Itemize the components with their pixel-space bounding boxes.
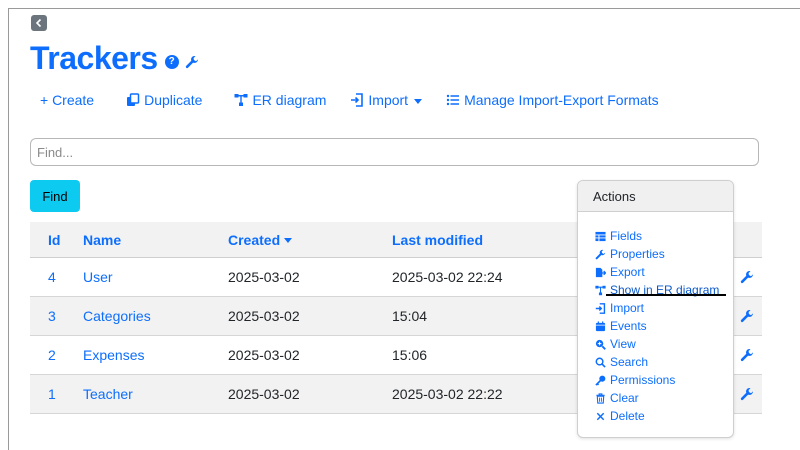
import-icon (595, 302, 606, 314)
column-header-id[interactable]: Id (30, 232, 83, 248)
create-button[interactable]: + Create (40, 92, 94, 108)
action-label: Delete (610, 409, 645, 423)
diagram-icon (595, 285, 606, 295)
action-fields[interactable]: Fields (595, 227, 733, 245)
er-diagram-button[interactable]: ER diagram (234, 92, 326, 108)
row-created: 2025-03-02 (228, 386, 300, 402)
create-label: + Create (40, 92, 95, 108)
import-icon (351, 93, 364, 107)
column-header-created[interactable]: Created (228, 232, 392, 248)
action-events[interactable]: Events (595, 317, 733, 335)
action-label: Import (610, 301, 645, 315)
wrench-icon[interactable] (740, 348, 754, 362)
column-header-modified[interactable]: Last modified (392, 232, 592, 248)
wrench-icon[interactable] (740, 387, 754, 401)
action-delete[interactable]: Delete (595, 407, 733, 425)
import-label: Import (368, 92, 409, 108)
action-properties[interactable]: Properties (595, 245, 733, 263)
actions-title: Actions (578, 181, 733, 212)
wrench-icon[interactable] (740, 270, 754, 284)
row-modified: 15:04 (392, 308, 428, 324)
sort-desc-icon (284, 238, 293, 244)
duplicate-button[interactable]: Duplicate (126, 92, 202, 108)
row-created: 2025-03-02 (228, 269, 300, 285)
help-icon[interactable]: ? (164, 54, 179, 69)
calendar-icon (595, 320, 606, 331)
table-icon (595, 231, 606, 241)
row-name[interactable]: Expenses (83, 347, 228, 363)
action-label: Clear (610, 391, 639, 405)
key-icon (595, 375, 606, 386)
action-show-in-er-diagram[interactable]: Show in ER diagram (595, 281, 733, 299)
chevron-left-icon (35, 18, 42, 28)
action-export[interactable]: Export (595, 263, 733, 281)
row-name[interactable]: Teacher (83, 386, 228, 402)
row-created: 2025-03-02 (228, 308, 300, 324)
back-button[interactable] (31, 15, 47, 31)
zoom-icon (595, 339, 606, 350)
copy-icon (127, 93, 140, 106)
row-created: 2025-03-02 (228, 347, 300, 363)
export-icon (595, 267, 606, 277)
action-clear[interactable]: Clear (595, 389, 733, 407)
er-diagram-label: ER diagram (252, 92, 327, 108)
manage-formats-label: Manage Import-Export Formats (464, 92, 659, 108)
created-header-label: Created (228, 231, 281, 248)
row-modified: 2025-03-02 22:24 (392, 269, 503, 285)
search-icon (595, 357, 606, 368)
search-input[interactable] (30, 138, 759, 166)
duplicate-label: Duplicate (144, 92, 203, 108)
action-label: Export (610, 265, 645, 279)
row-name[interactable]: Categories (83, 308, 228, 324)
action-label: Search (610, 355, 649, 369)
action-view[interactable]: View (595, 335, 733, 353)
caret-down-icon (414, 98, 423, 104)
action-label: View (610, 337, 636, 351)
trash-icon (596, 392, 605, 404)
row-name[interactable]: User (83, 269, 228, 285)
action-label: Events (610, 319, 647, 333)
wrench-icon (595, 249, 606, 259)
find-button[interactable]: Find (30, 180, 80, 212)
list-icon (446, 94, 460, 106)
diagram-icon (234, 94, 248, 106)
hover-underline (606, 294, 726, 296)
row-id[interactable]: 3 (30, 308, 83, 324)
page-header: Trackers ? (30, 40, 199, 77)
row-id[interactable]: 2 (30, 347, 83, 363)
action-search[interactable]: Search (595, 353, 733, 371)
page-title: Trackers (30, 40, 158, 76)
action-import[interactable]: Import (595, 299, 733, 317)
manage-formats-button[interactable]: Manage Import-Export Formats (446, 92, 659, 108)
action-permissions[interactable]: Permissions (595, 371, 733, 389)
wrench-icon[interactable] (740, 309, 754, 323)
column-header-name[interactable]: Name (83, 232, 228, 248)
import-dropdown[interactable]: Import (350, 92, 423, 108)
toolbar: + Create Duplicate ER diagram Import Man… (40, 92, 659, 108)
row-id[interactable]: 1 (30, 386, 83, 402)
action-label: Permissions (610, 373, 676, 387)
actions-list: Fields Properties Export Show in ER diag… (578, 212, 733, 425)
actions-dropdown: Actions Fields Properties Export Show in… (577, 180, 734, 438)
row-modified: 15:06 (392, 347, 428, 363)
close-icon (596, 412, 605, 420)
action-label: Fields (610, 229, 643, 243)
row-id[interactable]: 4 (30, 269, 83, 285)
row-modified: 2025-03-02 22:22 (392, 386, 503, 402)
action-label: Properties (610, 247, 665, 261)
wrench-icon[interactable] (185, 55, 199, 69)
